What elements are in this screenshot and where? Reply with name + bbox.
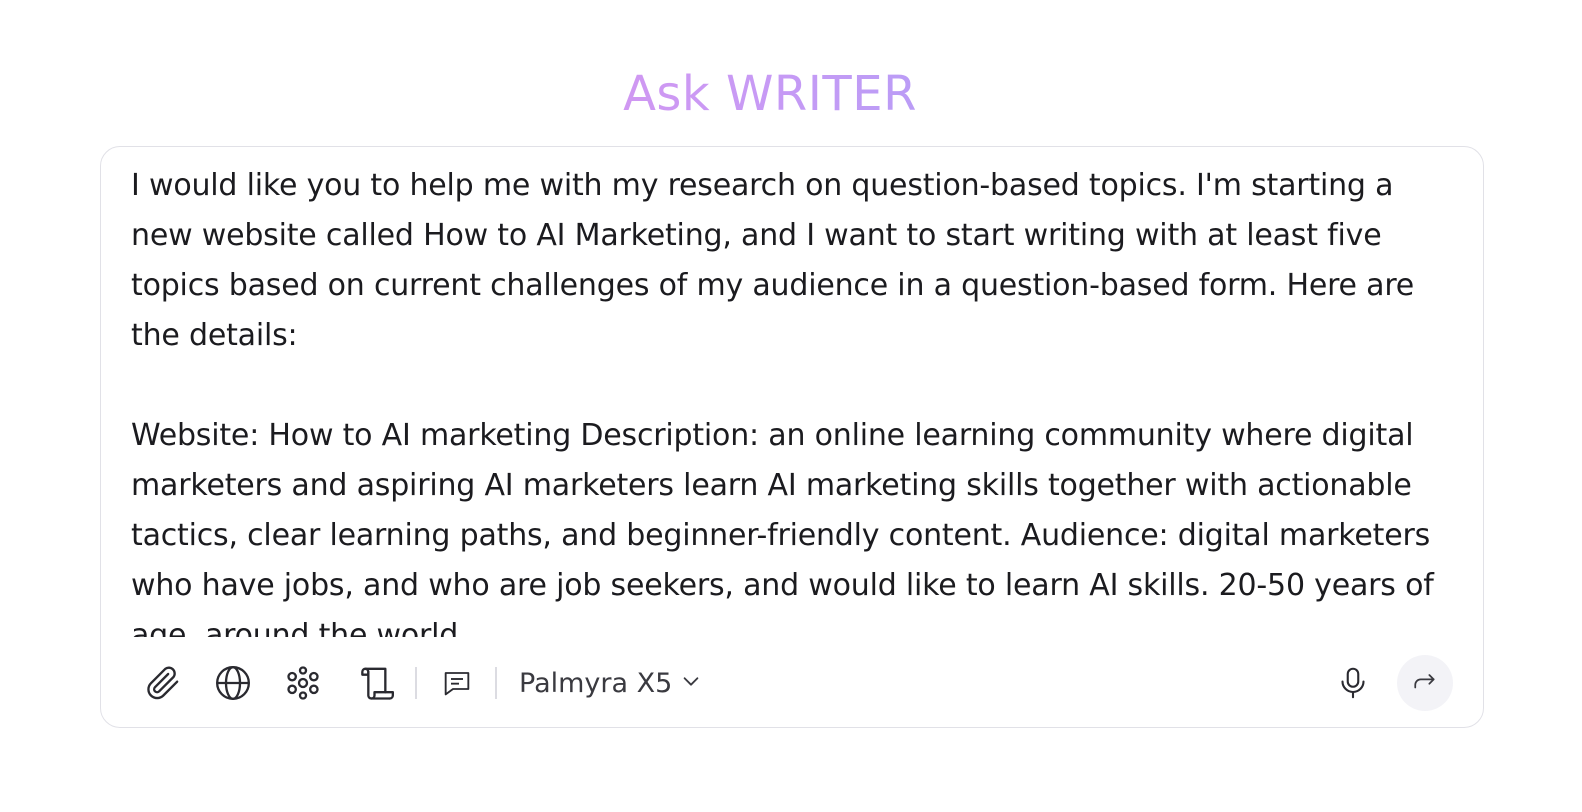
paperclip-icon [143, 663, 183, 703]
toolbar-divider [415, 667, 417, 699]
ask-writer-page: Ask WRITER I would like you to help me w… [0, 0, 1582, 812]
model-selector[interactable]: Palmyra X5 [519, 663, 702, 703]
prompt-composer: I would like you to help me with my rese… [100, 146, 1484, 728]
toolbar-divider [495, 667, 497, 699]
model-label: Palmyra X5 [519, 667, 673, 699]
send-button[interactable] [1397, 655, 1453, 711]
prompt-paragraph: I would like you to help me with my rese… [131, 168, 1424, 353]
chat-icon [441, 667, 473, 699]
microphone-icon [1335, 665, 1371, 701]
prompt-input[interactable]: I would like you to help me with my rese… [131, 161, 1451, 637]
voice-input-button[interactable] [1329, 659, 1377, 707]
send-arrow-icon [1412, 668, 1438, 698]
scroll-icon [357, 663, 397, 703]
globe-icon [213, 663, 253, 703]
chevron-down-icon [680, 668, 702, 699]
chat-style-button[interactable] [433, 659, 481, 707]
composer-toolbar: Palmyra X5 [101, 647, 1483, 719]
web-search-button[interactable] [209, 659, 257, 707]
attach-file-button[interactable] [139, 659, 187, 707]
knowledge-graph-button[interactable] [279, 659, 327, 707]
knowledge-graph-icon [283, 663, 323, 703]
prompt-paragraph: Website: How to AI marketing Description… [131, 418, 1443, 637]
prompt-library-button[interactable] [353, 659, 401, 707]
page-title: Ask WRITER [0, 60, 1540, 128]
